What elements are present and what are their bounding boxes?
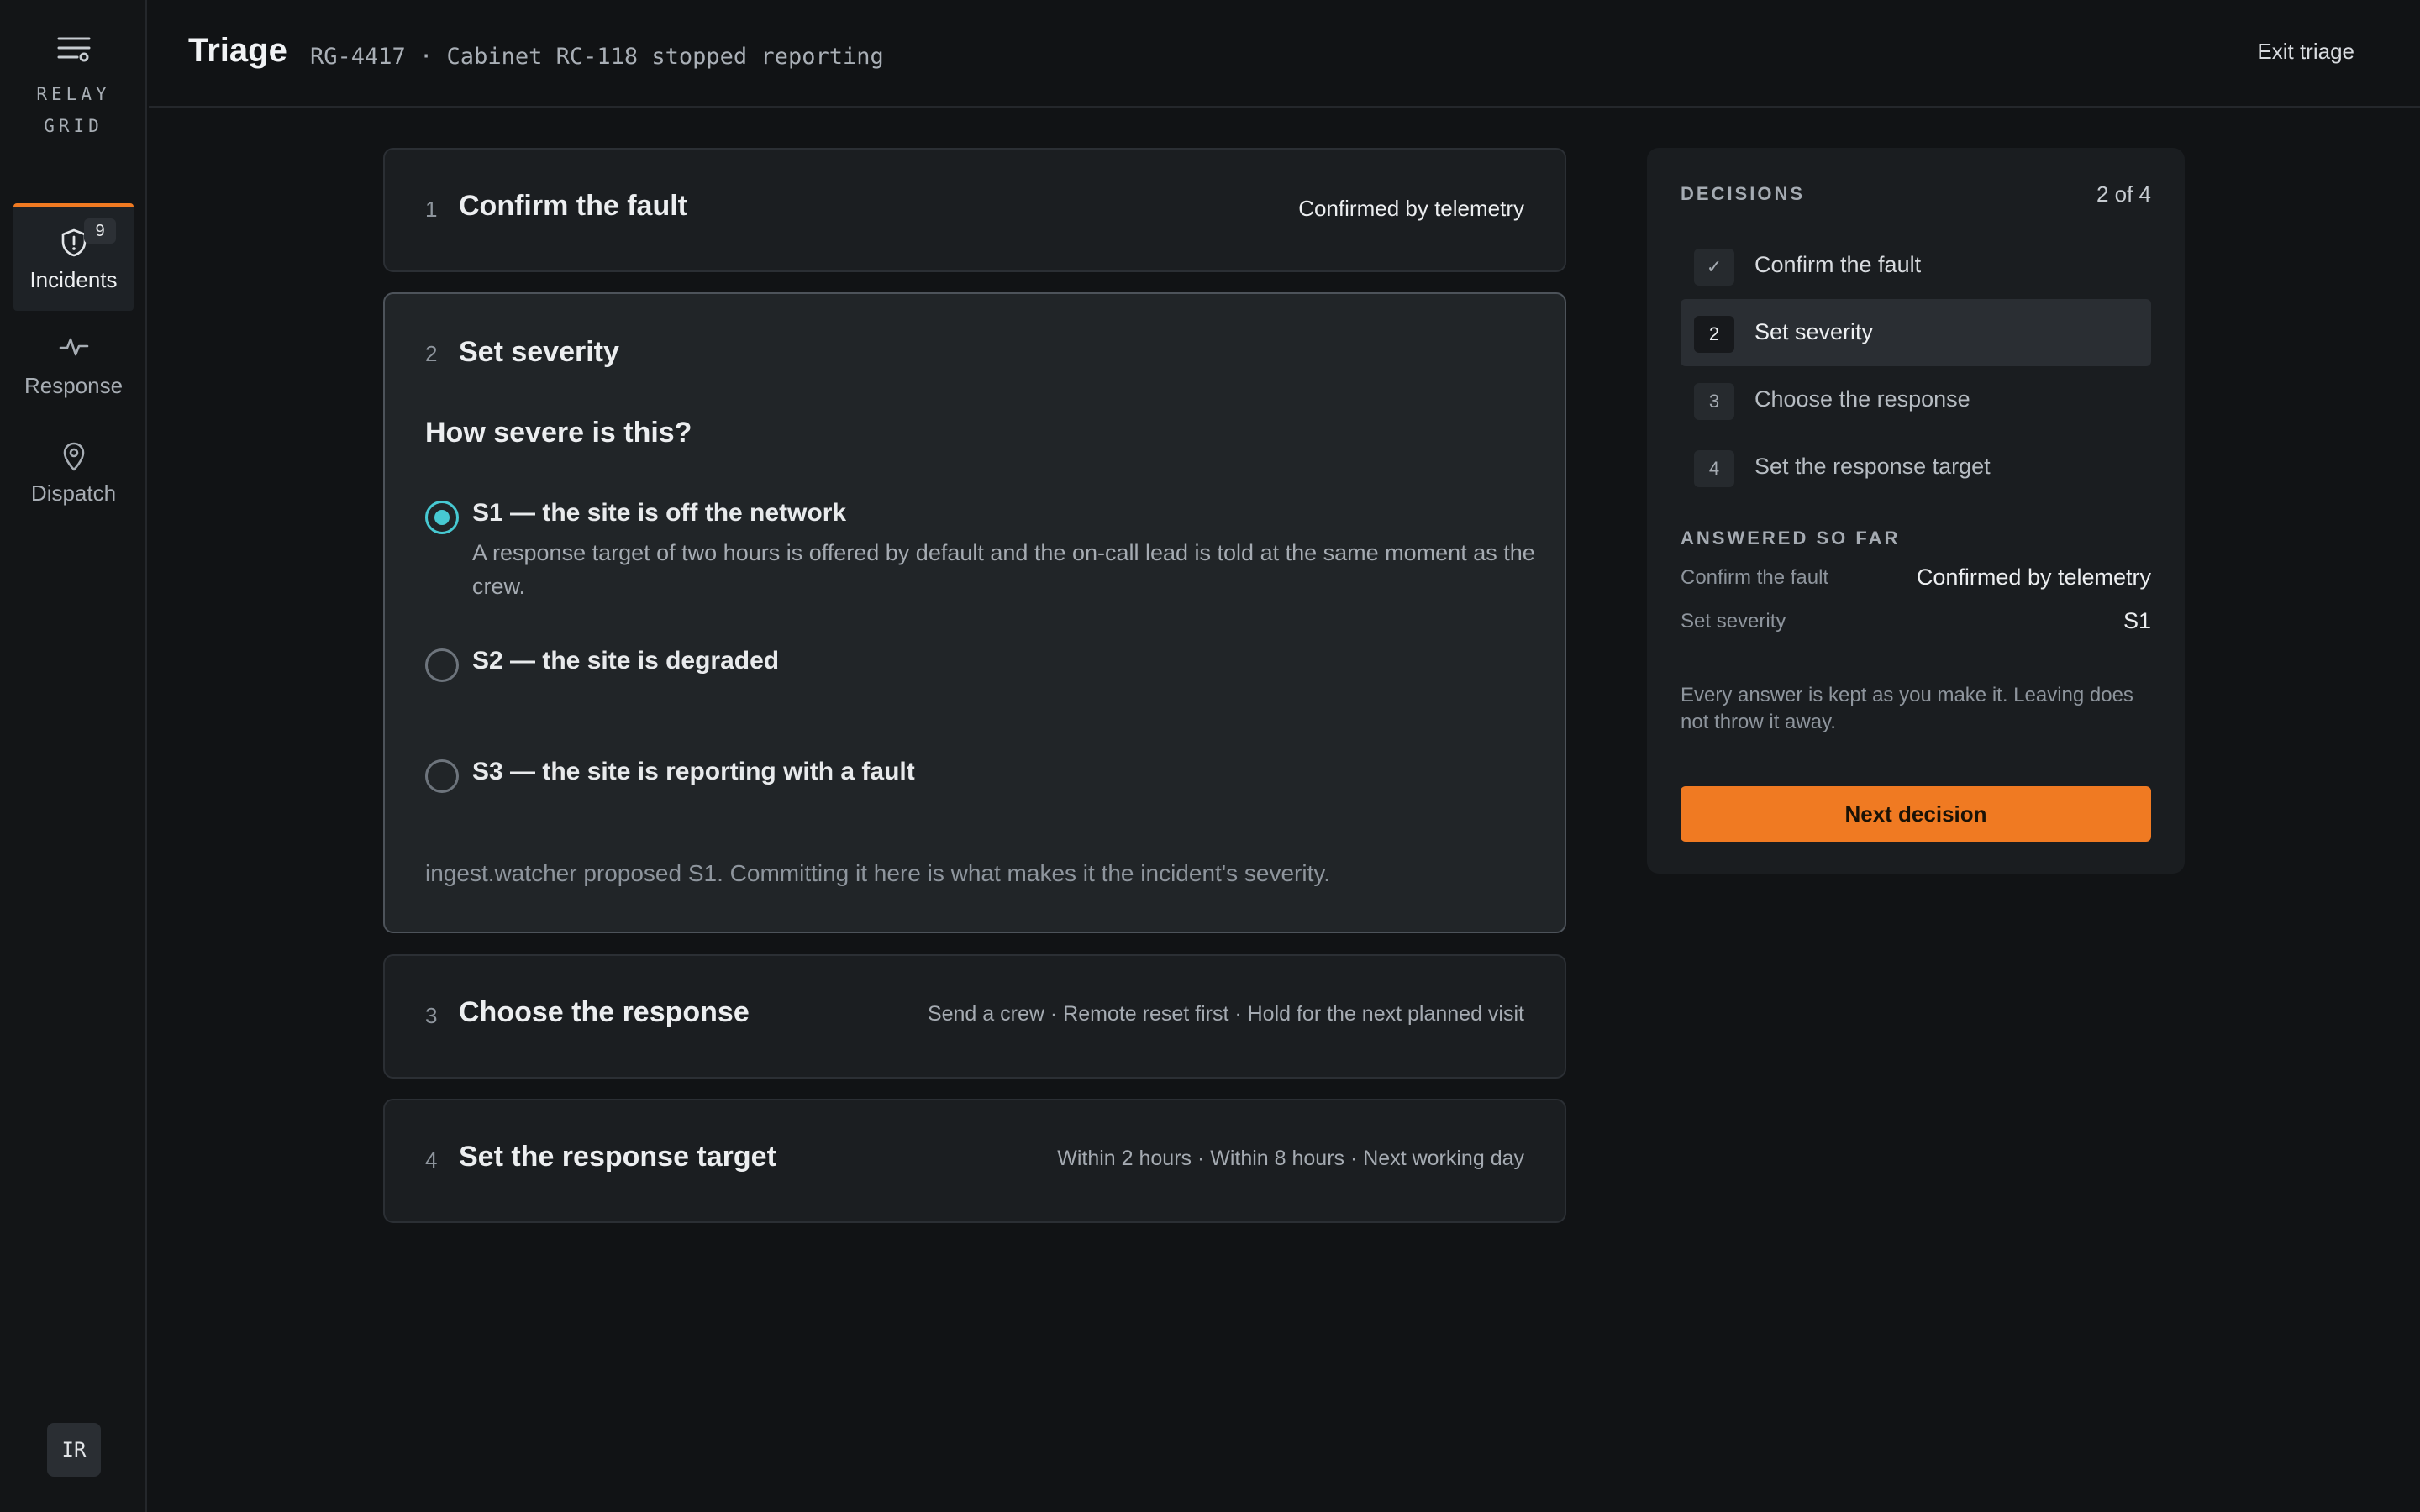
decisions-progress: 2 of 4	[2096, 181, 2151, 207]
option-label: S3 — the site is reporting with a fault	[472, 758, 915, 785]
incident-subtitle: RG-4417 · Cabinet RC-118 stopped reporti…	[310, 44, 884, 70]
answer-key: Confirm the fault	[1681, 566, 1829, 589]
activity-pulse-icon	[13, 334, 134, 364]
decision-label: Set severity	[1754, 319, 1874, 344]
sidebar-item-label: Dispatch	[30, 480, 117, 506]
step-choose-response[interactable]: 3 Choose the response Send a crew · Remo…	[383, 954, 1566, 1079]
decision-label: Set the response target	[1754, 454, 1991, 479]
severity-option-s3[interactable]: S3 — the site is reporting with a fault	[425, 758, 1534, 800]
decision-number: 2	[1694, 316, 1734, 353]
severity-question: How severe is this?	[425, 417, 692, 449]
step-title: Set severity	[459, 336, 619, 368]
severity-option-s1[interactable]: S1 — the site is off the network A respo…	[425, 499, 1535, 608]
decisions-panel: DECISIONS 2 of 4 ✓ Confirm the fault 2 S…	[1647, 148, 2185, 874]
sidebar-item-response[interactable]: Response	[13, 312, 134, 420]
decisions-heading: DECISIONS	[1681, 183, 1806, 204]
decision-item-confirm-fault[interactable]: ✓ Confirm the fault	[1681, 232, 2151, 299]
step-title: Confirm the fault	[459, 190, 687, 222]
check-icon: ✓	[1694, 249, 1734, 286]
brand: RELAY GRID	[0, 34, 147, 142]
radio-selected[interactable]	[425, 501, 459, 534]
proposal-note: ingest.watcher proposed S1. Committing i…	[425, 860, 1331, 886]
sidebar-item-incidents[interactable]: 9 Incidents	[13, 203, 134, 311]
answer-value: Confirmed by telemetry	[1916, 564, 2151, 590]
map-pin-icon	[13, 442, 134, 476]
step-set-severity: 2 Set severity How severe is this? S1 — …	[383, 292, 1566, 933]
radio-unselected[interactable]	[425, 648, 459, 682]
sidebar: RELAY GRID 9 Incidents Response Dispatch…	[0, 0, 147, 1512]
step-number: 2	[425, 341, 438, 366]
sidebar-item-label: Incidents	[29, 267, 118, 292]
step-number: 3	[425, 1003, 438, 1028]
option-label: S2 — the site is degraded	[472, 647, 780, 675]
page-title: Triage	[188, 32, 287, 69]
step-answer: Confirmed by telemetry	[1298, 196, 1524, 221]
page-header: Triage RG-4417 · Cabinet RC-118 stopped …	[149, 0, 2420, 108]
step-number: 1	[425, 197, 438, 222]
decision-item-choose-response[interactable]: 3 Choose the response	[1681, 366, 2151, 433]
brand-line-2: GRID	[44, 116, 103, 136]
brand-name: RELAY GRID	[0, 78, 147, 142]
step-number: 4	[425, 1147, 438, 1173]
decision-number: 4	[1694, 450, 1734, 487]
decision-number: 3	[1694, 383, 1734, 420]
answered-row: Set severity S1	[1681, 606, 2151, 640]
sidebar-item-label: Response	[24, 373, 124, 398]
step-title: Set the response target	[459, 1141, 776, 1173]
step-options-summary: Within 2 hours · Within 8 hours · Next w…	[1057, 1147, 1524, 1170]
step-confirm-fault[interactable]: 1 Confirm the fault Confirmed by telemet…	[383, 148, 1566, 272]
step-title: Choose the response	[459, 996, 750, 1028]
decision-item-set-severity[interactable]: 2 Set severity	[1681, 299, 2151, 366]
step-response-target[interactable]: 4 Set the response target Within 2 hours…	[383, 1099, 1566, 1223]
decision-label: Confirm the fault	[1754, 252, 1922, 277]
incidents-count-badge: 9	[84, 218, 116, 244]
exit-triage-button[interactable]: Exit triage	[2257, 39, 2354, 65]
answer-value: S1	[2123, 608, 2151, 633]
next-decision-button[interactable]: Next decision	[1681, 786, 2151, 842]
option-description: A response target of two hours is offere…	[472, 540, 1535, 599]
menu-icon[interactable]	[0, 34, 147, 68]
autosave-note: Every answer is kept as you make it. Lea…	[1681, 684, 2133, 733]
answer-key: Set severity	[1681, 610, 1786, 633]
avatar[interactable]: IR	[47, 1423, 101, 1477]
brand-line-1: RELAY	[36, 84, 111, 104]
decision-item-response-target[interactable]: 4 Set the response target	[1681, 433, 2151, 501]
answered-heading: ANSWERED SO FAR	[1681, 528, 1901, 549]
option-label: S1 — the site is off the network	[472, 499, 847, 527]
severity-option-s2[interactable]: S2 — the site is degraded	[425, 647, 1534, 689]
step-options-summary: Send a crew · Remote reset first · Hold …	[927, 1002, 1524, 1026]
sidebar-item-dispatch[interactable]: Dispatch	[13, 420, 134, 528]
answered-row: Confirm the fault Confirmed by telemetry	[1681, 563, 2151, 596]
decision-label: Choose the response	[1754, 386, 1970, 412]
radio-unselected[interactable]	[425, 759, 459, 793]
